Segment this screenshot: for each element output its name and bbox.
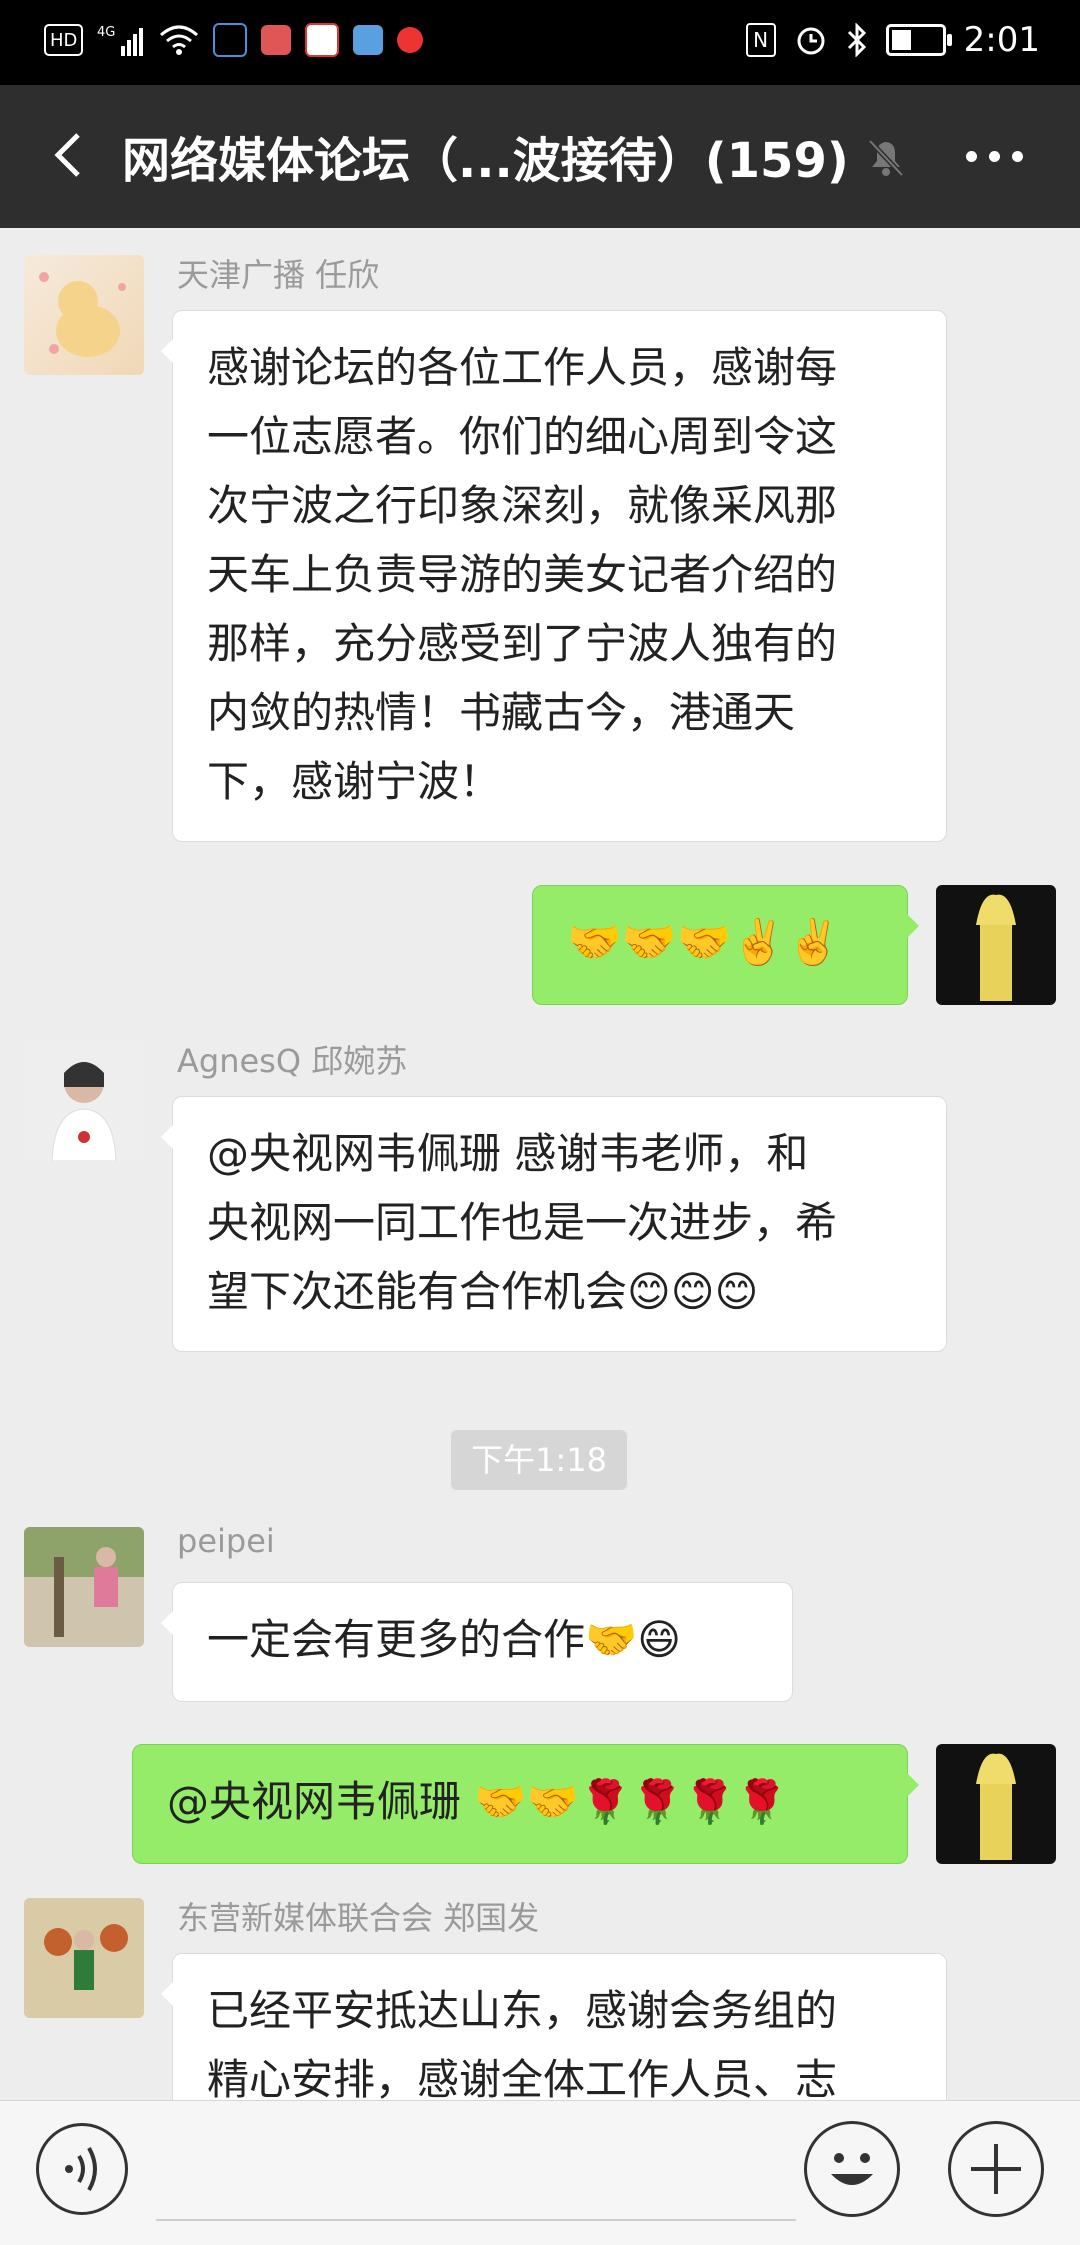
message-line: 已经平安抵达山东，感谢会务组的 [207, 1986, 838, 2035]
avatar[interactable] [24, 255, 144, 375]
message-line: 央视网一同工作也是一次进步，希 [207, 1198, 838, 1247]
avatar[interactable] [24, 1898, 144, 2018]
message-text: 🤝🤝🤝✌️✌️ [567, 917, 841, 968]
signal-icon: 4G [97, 20, 145, 60]
voice-icon [65, 2147, 97, 2191]
status-bar: HD 4G N 2:01 [0, 0, 1080, 85]
message-line: 望下次还能有合作机会😊😊😊 [207, 1267, 759, 1316]
bell-muted-icon [864, 135, 908, 179]
nfc-icon: N [745, 23, 776, 57]
clock-time: 2:01 [963, 20, 1040, 60]
chevron-left-icon [54, 133, 80, 177]
sender-name: 东营新媒体联合会 郑国发 [177, 1899, 540, 1937]
alarm-icon [794, 20, 828, 60]
timestamp-divider: 下午1:18 [451, 1430, 627, 1490]
plus-icon [971, 2144, 1021, 2194]
emoji-icon [831, 2153, 873, 2185]
wifi-icon [159, 20, 199, 60]
status-right: N 2:01 [745, 20, 1040, 60]
book-app-icon [261, 25, 292, 55]
message-line: 下，感谢宁波！ [207, 757, 502, 806]
message-bubble[interactable]: 已经平安抵达山东，感谢会务组的 精心安排，感谢全体工作人员、志 [161, 1953, 947, 2100]
message-input[interactable] [156, 2219, 796, 2221]
voice-button[interactable] [36, 2123, 128, 2215]
own-avatar[interactable] [936, 885, 1056, 1005]
message-line: 内敛的热情！书藏古今，港通天 [207, 688, 796, 737]
bluetooth-icon [846, 20, 868, 60]
avatar[interactable] [24, 1041, 144, 1161]
own-avatar[interactable] [936, 1744, 1056, 1864]
chat-header: 网络媒体论坛（...波接待）(159) [0, 85, 1080, 228]
browser-app-icon [353, 25, 384, 55]
status-left: HD 4G [44, 20, 424, 60]
more-button[interactable] [966, 151, 1023, 162]
message-text: 一定会有更多的合作🤝😄 [207, 1615, 682, 1664]
video-app-icon [397, 27, 424, 53]
message-bubble[interactable]: @央视网韦佩珊 感谢韦老师，和 央视网一同工作也是一次进步，希 望下次还能有合作… [161, 1096, 947, 1352]
svg-text:4G: 4G [97, 25, 115, 40]
ellipsis-icon [966, 151, 977, 162]
message-line: 次宁波之行印象深刻，就像采风那 [207, 481, 838, 530]
chat-area[interactable]: 天津广播 任欣 感谢论坛的各位工作人员，感谢每 一位志愿者。你们的细心周到令这 … [0, 228, 1080, 2100]
sender-name: AgnesQ 邱婉苏 [177, 1042, 408, 1080]
message-bubble-own[interactable]: 🤝🤝🤝✌️✌️ [532, 885, 919, 1005]
sender-name: 天津广播 任欣 [177, 256, 380, 294]
avatar[interactable] [24, 1527, 144, 1647]
message-bubble[interactable]: 一定会有更多的合作🤝😄 [161, 1582, 793, 1702]
hd-icon: HD [44, 24, 84, 56]
chat-title: 网络媒体论坛（...波接待）(159) [122, 133, 849, 189]
emoji-button[interactable] [804, 2121, 900, 2217]
lock-app-icon [213, 23, 248, 57]
battery-icon [885, 24, 952, 56]
ellipsis-dot [1012, 151, 1023, 162]
message-bubble-own[interactable]: @央视网韦佩珊 🤝🤝🌹🌹🌹🌹 [132, 1744, 919, 1864]
ellipsis-dot [989, 151, 1000, 162]
plus-button[interactable] [948, 2121, 1044, 2217]
sender-name: peipei [177, 1522, 275, 1560]
message-text: @央视网韦佩珊 🤝🤝🌹🌹🌹🌹 [167, 1777, 789, 1826]
news-app-icon [305, 23, 340, 57]
message-line: 天车上负责导游的美女记者介绍的 [207, 550, 838, 599]
message-line: 一位志愿者。你们的细心周到令这 [207, 412, 838, 461]
input-bar [0, 2100, 1080, 2245]
message-line: 那样，充分感受到了宁波人独有的 [207, 619, 838, 668]
message-line: @央视网韦佩珊 感谢韦老师，和 [207, 1129, 809, 1178]
message-line: 精心安排，感谢全体工作人员、志 [207, 2055, 838, 2100]
back-button[interactable] [40, 125, 100, 185]
message-line: 感谢论坛的各位工作人员，感谢每 [207, 343, 838, 392]
message-bubble[interactable]: 感谢论坛的各位工作人员，感谢每 一位志愿者。你们的细心周到令这 次宁波之行印象深… [161, 310, 947, 842]
